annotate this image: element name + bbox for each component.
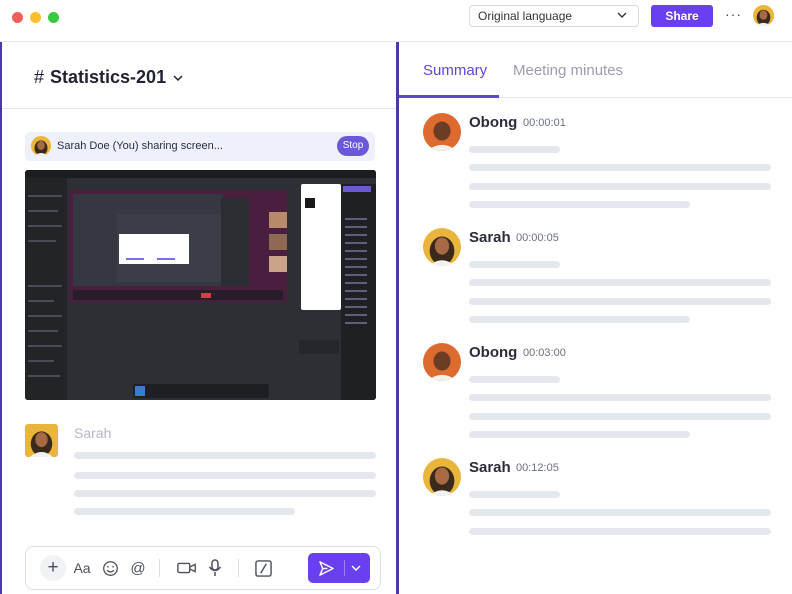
header-divider	[2, 108, 398, 109]
timestamp[interactable]: 00:03:00	[523, 347, 566, 359]
message-placeholder-line	[74, 490, 376, 497]
maximize-window-button[interactable]	[48, 12, 59, 23]
text-format-icon[interactable]: Aa	[71, 557, 93, 579]
message-author-avatar[interactable]	[25, 424, 58, 457]
speaker-avatar[interactable]	[423, 113, 461, 151]
message-composer[interactable]: + Aa @	[25, 546, 381, 590]
screen-share-text: Sarah Doe (You) sharing screen...	[57, 140, 223, 152]
language-select-value: Original language	[478, 9, 573, 23]
send-icon	[319, 561, 334, 576]
summary-placeholder-line	[469, 316, 690, 323]
speaker-avatar[interactable]	[423, 343, 461, 381]
channel-title[interactable]: # Statistics-201	[34, 67, 184, 88]
toolbar-separator	[238, 559, 239, 577]
summary-placeholder-line	[469, 279, 771, 286]
summary-placeholder-line	[469, 261, 560, 268]
chat-pane: # Statistics-201 Sarah Doe (You) sharing…	[0, 42, 398, 594]
summary-placeholder-line	[469, 509, 771, 516]
close-window-button[interactable]	[12, 12, 23, 23]
stop-sharing-button[interactable]: Stop	[337, 136, 369, 156]
message-placeholder-line	[74, 472, 376, 479]
speaker-name: Obong	[469, 344, 518, 361]
shared-screen-thumbnail	[25, 170, 376, 400]
share-button[interactable]: Share	[651, 5, 713, 27]
microphone-icon[interactable]	[204, 557, 226, 579]
slash-command-icon[interactable]	[252, 557, 274, 579]
summary-placeholder-line	[469, 146, 560, 153]
tab-meeting-minutes[interactable]: Meeting minutes	[513, 62, 623, 79]
summary-placeholder-line	[469, 431, 690, 438]
top-bar: Original language Share ···	[0, 0, 792, 42]
active-tab-indicator	[399, 95, 499, 98]
message-placeholder-line	[74, 508, 295, 515]
sharer-avatar	[31, 136, 51, 156]
send-button[interactable]	[308, 553, 370, 583]
mention-icon[interactable]: @	[127, 557, 149, 579]
speaker-avatar[interactable]	[423, 228, 461, 266]
video-icon[interactable]	[176, 557, 198, 579]
channel-hash-icon: #	[34, 67, 45, 87]
toolbar-separator	[159, 559, 160, 577]
chevron-down-icon	[617, 12, 627, 18]
summary-placeholder-line	[469, 528, 771, 535]
summary-placeholder-line	[469, 491, 560, 498]
tab-summary[interactable]: Summary	[423, 62, 487, 79]
summary-placeholder-line	[469, 298, 771, 305]
message-author-name: Sarah	[74, 425, 112, 441]
user-avatar[interactable]	[753, 5, 774, 26]
timestamp[interactable]: 00:12:05	[516, 462, 559, 474]
summary-placeholder-line	[469, 183, 771, 190]
summary-placeholder-line	[469, 164, 771, 171]
shared-screen-preview[interactable]	[25, 170, 376, 400]
emoji-icon[interactable]	[99, 557, 121, 579]
language-select[interactable]: Original language	[469, 5, 639, 27]
chevron-down-icon[interactable]	[172, 72, 184, 84]
more-options-icon[interactable]: ···	[725, 5, 741, 25]
pane-divider[interactable]	[396, 42, 399, 594]
speaker-avatar[interactable]	[423, 458, 461, 496]
summary-placeholder-line	[469, 413, 771, 420]
speaker-name: Obong	[469, 114, 518, 131]
timestamp[interactable]: 00:00:05	[516, 232, 559, 244]
message-placeholder-line	[74, 452, 376, 459]
speaker-name: Sarah	[469, 229, 511, 246]
summary-placeholder-line	[469, 376, 560, 383]
minimize-window-button[interactable]	[30, 12, 41, 23]
screen-share-banner: Sarah Doe (You) sharing screen... Stop	[25, 132, 375, 161]
window-controls	[12, 12, 59, 23]
summary-placeholder-line	[469, 394, 771, 401]
timestamp[interactable]: 00:00:01	[523, 117, 566, 129]
chevron-down-icon[interactable]	[350, 562, 362, 574]
app-window: Original language Share ··· # Statistics…	[0, 0, 792, 594]
plus-icon[interactable]: +	[40, 555, 66, 581]
summary-tabs: Summary Meeting minutes	[399, 42, 792, 98]
channel-name: Statistics-201	[50, 67, 167, 87]
send-button-split	[344, 560, 345, 576]
speaker-name: Sarah	[469, 459, 511, 476]
summary-placeholder-line	[469, 201, 690, 208]
